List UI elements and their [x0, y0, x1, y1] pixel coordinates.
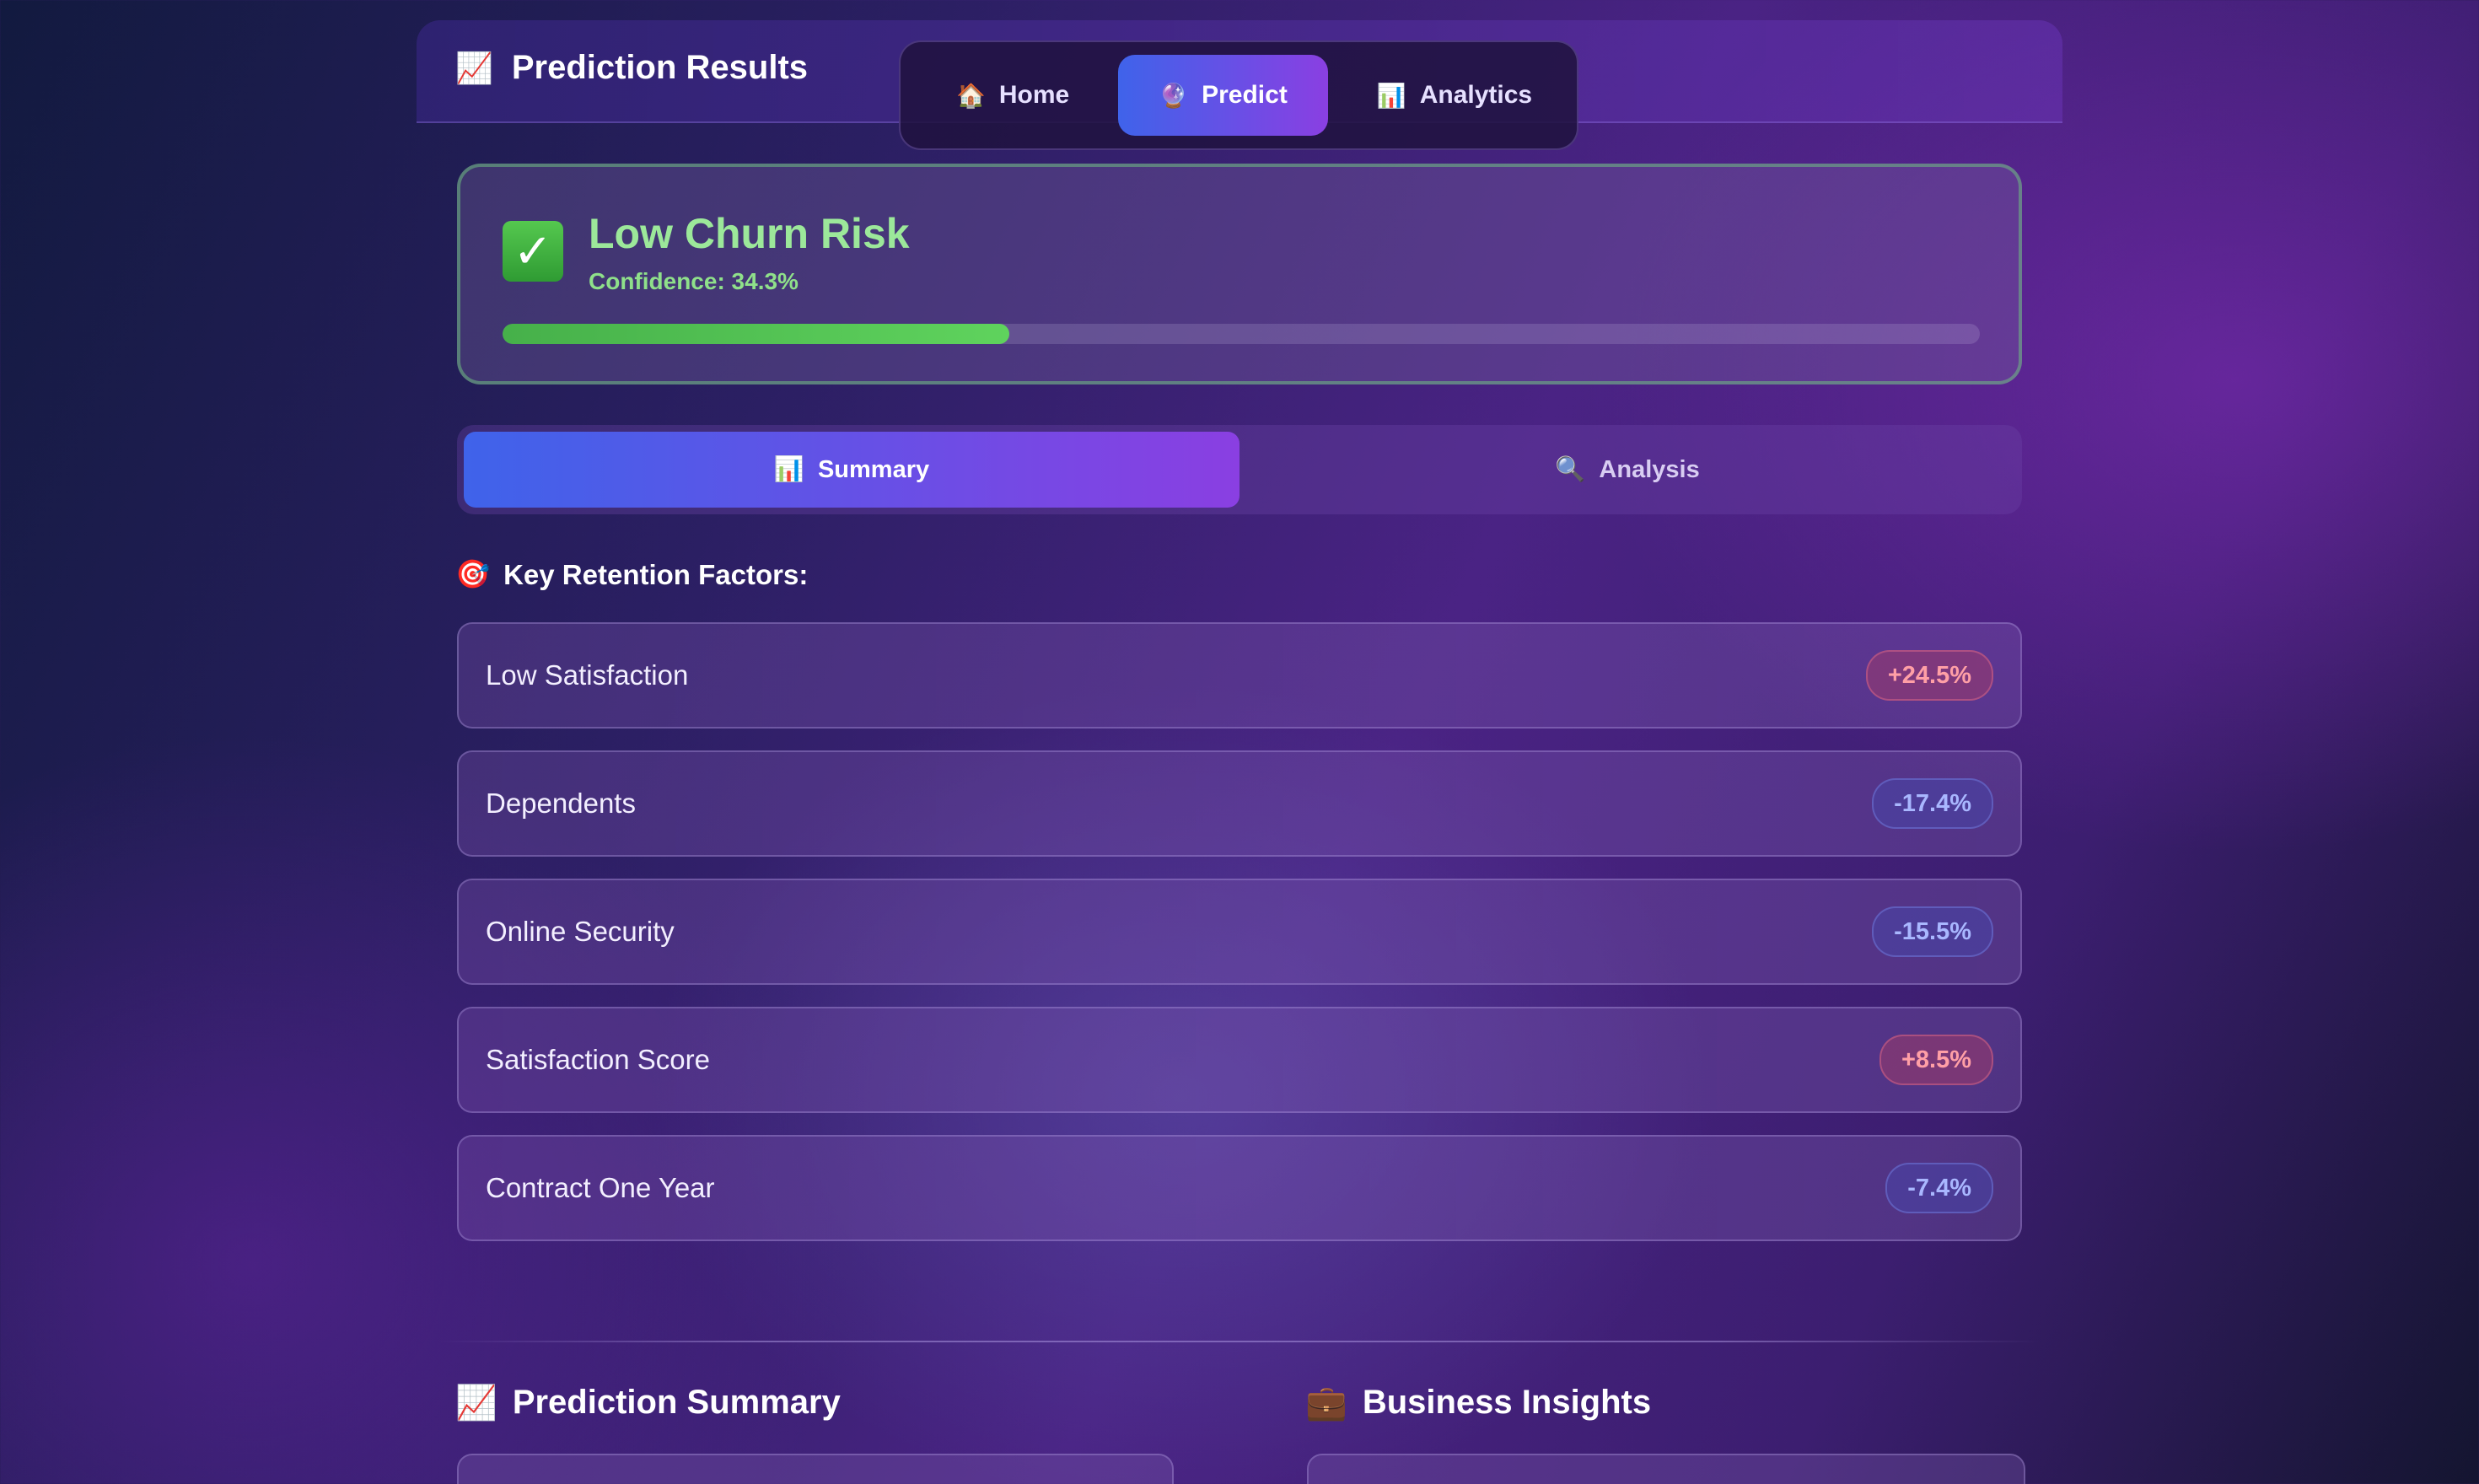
nav-home-button[interactable]: 🏠 Home [916, 55, 1110, 136]
confidence-progress-bar [503, 324, 1980, 344]
page-title-text: Prediction Results [511, 49, 809, 86]
section-divider [438, 1341, 2041, 1342]
bar-chart-icon: 📊 [1376, 82, 1406, 109]
impact-badge: -15.5% [1872, 906, 1993, 957]
factor-list: Low Satisfaction +24.5% Dependents -17.4… [457, 622, 2022, 1241]
chart-increasing-icon: 📈 [455, 1385, 497, 1422]
briefcase-icon: 💼 [1305, 1385, 1347, 1422]
factor-row: Contract One Year -7.4% [457, 1135, 2022, 1241]
nav-predict-button[interactable]: 🔮 Predict [1118, 55, 1328, 136]
key-factors-heading-text: Key Retention Factors: [503, 558, 809, 590]
factor-name: Online Security [486, 916, 675, 947]
crystal-ball-icon: 🔮 [1159, 82, 1189, 109]
page-title: 📈 Prediction Results [455, 49, 808, 87]
prediction-summary-heading-text: Prediction Summary [512, 1384, 841, 1421]
nav-analytics-button[interactable]: 📊 Analytics [1336, 55, 1573, 136]
factor-row: Satisfaction Score +8.5% [457, 1007, 2022, 1113]
impact-badge: -7.4% [1885, 1163, 1993, 1213]
impact-badge: +24.5% [1865, 650, 1993, 701]
bar-chart-icon: 📊 [773, 456, 804, 483]
prediction-summary-heading: 📈 Prediction Summary [455, 1383, 841, 1422]
result-tabs: 📊 Summary 🔍 Analysis [457, 425, 2022, 514]
business-insights-card [1307, 1454, 2025, 1484]
factor-name: Contract One Year [486, 1172, 715, 1203]
confidence-text: Confidence: 34.3% [589, 268, 799, 294]
nav-home-label: Home [998, 81, 1070, 109]
impact-badge: -17.4% [1872, 778, 1993, 829]
key-factors-heading: 🎯 Key Retention Factors: [455, 558, 808, 591]
tab-analysis-label: Analysis [1599, 455, 1700, 483]
nav-predict-label: Predict [1202, 81, 1288, 109]
nav-analytics-label: Analytics [1419, 81, 1533, 109]
business-insights-heading-text: Business Insights [1362, 1384, 1652, 1421]
magnifier-icon: 🔍 [1555, 456, 1586, 483]
tab-analysis[interactable]: 🔍 Analysis [1240, 432, 2015, 508]
factor-row: Online Security -15.5% [457, 879, 2022, 985]
check-mark-icon: ✓ [503, 221, 563, 282]
chart-increasing-icon: 📈 [455, 50, 493, 85]
target-icon: 🎯 [455, 558, 491, 589]
confidence-progress-fill [503, 324, 1009, 344]
prediction-summary-card [457, 1454, 1174, 1484]
business-insights-heading: 💼 Business Insights [1305, 1383, 1651, 1422]
factor-name: Satisfaction Score [486, 1044, 710, 1075]
tab-summary-label: Summary [817, 455, 930, 483]
main-nav: 🏠 Home 🔮 Predict 📊 Analytics [899, 40, 1578, 150]
risk-level-title: Low Churn Risk [589, 210, 910, 257]
churn-result-card: ✓ Low Churn Risk Confidence: 34.3% [457, 164, 2022, 384]
tab-summary[interactable]: 📊 Summary [464, 432, 1240, 508]
impact-badge: +8.5% [1879, 1035, 1993, 1085]
factor-name: Low Satisfaction [486, 659, 689, 691]
factor-row: Low Satisfaction +24.5% [457, 622, 2022, 729]
factor-row: Dependents -17.4% [457, 750, 2022, 857]
factor-name: Dependents [486, 788, 636, 819]
house-icon: 🏠 [956, 82, 986, 109]
